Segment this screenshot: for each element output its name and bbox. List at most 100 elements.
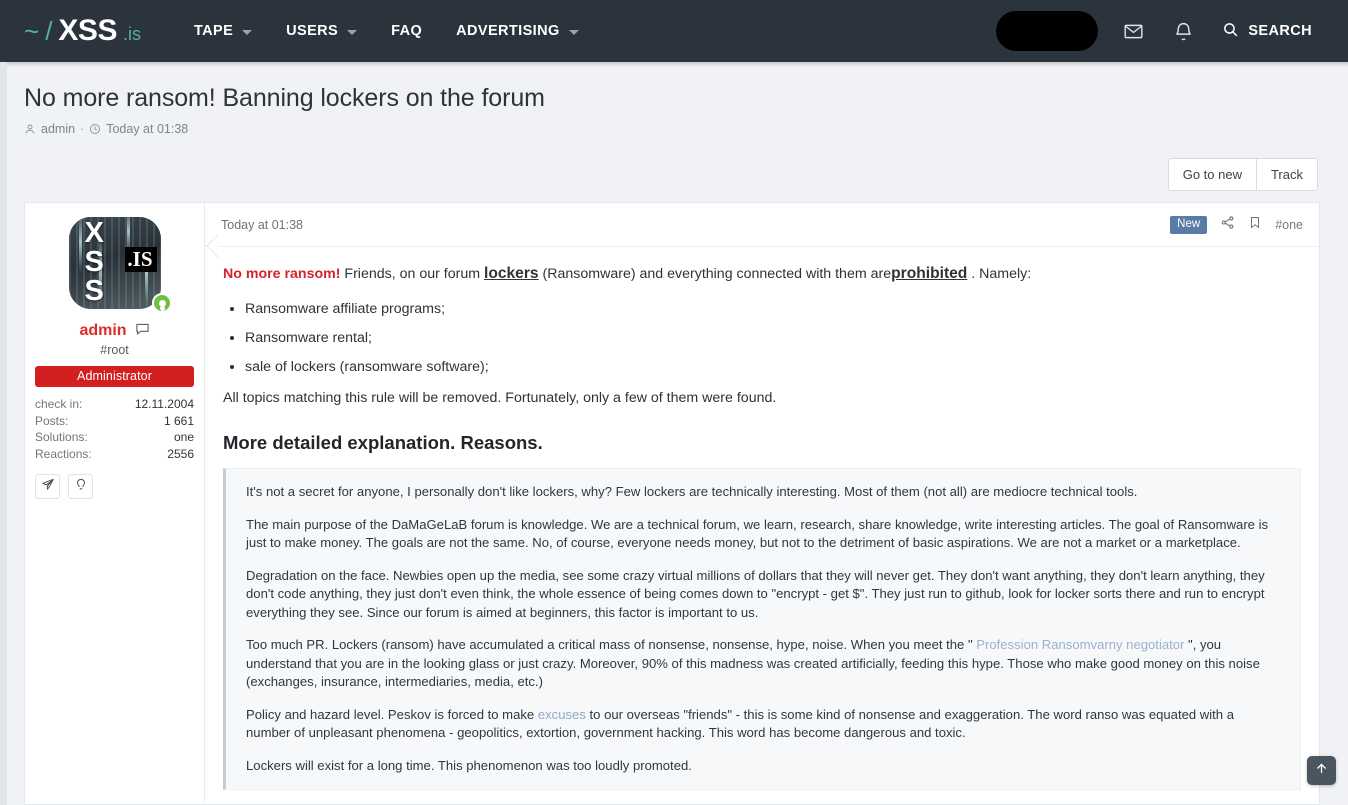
post-number-link[interactable]: #one <box>1275 218 1303 232</box>
lead-bold-prohibited: prohibited <box>891 265 967 282</box>
search-icon <box>1222 21 1239 42</box>
user-contact-icons <box>35 474 194 499</box>
scroll-to-top-button[interactable] <box>1307 756 1336 785</box>
nav-item-users[interactable]: USERS <box>269 0 374 62</box>
top-navigation-bar: ~ / XSS .is TAPE USERS FAQ ADVERTISI <box>0 0 1348 62</box>
post-lead-paragraph: No more ransom! Friends, on our forum lo… <box>223 263 1301 285</box>
stat-row-solutions: Solutions: one <box>35 429 194 446</box>
list-item: Ransomware affiliate programs; <box>245 299 1301 320</box>
quote-paragraph-3: Degradation on the face. Newbies open up… <box>246 567 1282 623</box>
avatar[interactable]: XSS .IS <box>69 217 161 309</box>
message-icon[interactable] <box>135 321 150 341</box>
thread-header: No more ransom! Banning lockers on the f… <box>24 82 1024 136</box>
avatar-streak <box>79 217 82 273</box>
prohibited-list: Ransomware affiliate programs; Ransomwar… <box>245 299 1301 378</box>
logo-slash: / <box>45 16 52 47</box>
post-author-username[interactable]: admin <box>79 322 126 340</box>
search-label: SEARCH <box>1248 23 1312 39</box>
clock-icon <box>89 123 101 135</box>
post-container: XSS .IS admin #root Administrator check … <box>24 202 1320 805</box>
site-logo[interactable]: ~ / XSS .is <box>24 14 141 48</box>
share-button[interactable] <box>1220 215 1235 235</box>
chevron-down-icon <box>347 30 357 35</box>
stat-value: one <box>174 429 194 446</box>
list-item: sale of lockers (ransomware software); <box>245 357 1301 378</box>
nav-right-zone: SEARCH <box>1006 0 1330 62</box>
page-title: No more ransom! Banning lockers on the f… <box>24 82 1024 114</box>
username-row: admin <box>35 321 194 341</box>
envelope-icon <box>1123 21 1144 42</box>
telegram-icon <box>41 477 55 496</box>
logo-tilde: ~ <box>24 16 39 47</box>
arrow-up-icon <box>1314 761 1329 781</box>
bell-icon <box>1173 21 1194 42</box>
quote-block: It's not a secret for anyone, I personal… <box>223 468 1301 790</box>
thread-action-buttons: Go to new Track <box>1168 158 1318 191</box>
nav-label-faq: FAQ <box>391 23 422 39</box>
post-header-actions: New <box>1170 215 1303 235</box>
quote-p4-text-a: Too much PR. Lockers (ransom) have accum… <box>246 637 976 652</box>
user-rank-badge: Administrator <box>35 366 194 387</box>
stat-value: 12.11.2004 <box>135 396 194 413</box>
profession-negotiator-link[interactable]: Profession Ransomvarny negotiator <box>976 637 1184 652</box>
chevron-down-icon <box>569 30 579 35</box>
stat-key: check in: <box>35 396 82 413</box>
page-frame: ~ / XSS .is TAPE USERS FAQ ADVERTISI <box>0 0 1348 805</box>
nav-item-faq[interactable]: FAQ <box>374 0 439 62</box>
stat-row-reactions: Reactions: 2556 <box>35 446 194 463</box>
stat-key: Solutions: <box>35 429 88 446</box>
account-menu[interactable] <box>1006 0 1108 62</box>
alerts-button[interactable] <box>1158 0 1208 62</box>
bookmark-icon <box>1248 215 1262 235</box>
stat-row-checkin: check in: 12.11.2004 <box>35 396 194 413</box>
quote-paragraph-2: The main purpose of the DaMaGeLaB forum … <box>246 516 1282 553</box>
nav-label-advertising: ADVERTISING <box>456 23 560 39</box>
user-title: #root <box>35 343 194 357</box>
nav-item-tape[interactable]: TAPE <box>177 0 269 62</box>
quote-paragraph-5: Policy and hazard level. Peskov is force… <box>246 706 1282 743</box>
logo-name: XSS <box>58 14 117 48</box>
share-icon <box>1220 215 1235 235</box>
excuses-link[interactable]: excuses <box>538 707 586 722</box>
track-button[interactable]: Track <box>1256 158 1318 191</box>
user-icon <box>24 123 36 135</box>
nav-item-advertising[interactable]: ADVERTISING <box>439 0 596 62</box>
status-badge-new: New <box>1170 216 1207 234</box>
lead-highlight: No more ransom! <box>223 266 340 282</box>
quote-p5-text-a: Policy and hazard level. Peskov is force… <box>246 707 538 722</box>
lightbulb-button[interactable] <box>68 474 93 499</box>
stat-value: 1 661 <box>164 413 194 430</box>
stat-row-posts: Posts: 1 661 <box>35 413 194 430</box>
bookmark-button[interactable] <box>1248 215 1262 235</box>
thread-meta: admin · Today at 01:38 <box>24 122 1024 136</box>
lead-bold-lockers: lockers <box>484 265 539 282</box>
post-main: Today at 01:38 New <box>205 203 1319 804</box>
online-status-icon <box>152 293 172 313</box>
inbox-button[interactable] <box>1108 0 1158 62</box>
post-body: No more ransom! Friends, on our forum lo… <box>205 247 1319 790</box>
quote-paragraph-6: Lockers will exist for a long time. This… <box>246 757 1282 776</box>
lightbulb-icon <box>74 477 88 496</box>
section-heading: More detailed explanation. Reasons. <box>223 432 1301 454</box>
telegram-button[interactable] <box>35 474 60 499</box>
stat-key: Posts: <box>35 413 68 430</box>
avatar-badge-is: .IS <box>125 247 156 272</box>
list-item: Ransomware rental; <box>245 328 1301 349</box>
post-user-card: XSS .IS admin #root Administrator check … <box>25 203 205 804</box>
avatar-letters: XSS <box>85 219 104 306</box>
post-after-rules: All topics matching this rule will be re… <box>223 390 1301 406</box>
topbar-shadow <box>0 62 1348 67</box>
thread-author[interactable]: admin <box>41 122 75 136</box>
logo-tld: .is <box>123 24 141 45</box>
go-to-new-button[interactable]: Go to new <box>1168 158 1256 191</box>
search-button[interactable]: SEARCH <box>1208 0 1330 62</box>
quote-paragraph-4: Too much PR. Lockers (ransom) have accum… <box>246 636 1282 692</box>
post-header: Today at 01:38 New <box>205 203 1319 247</box>
stat-key: Reactions: <box>35 446 92 463</box>
lead-part3: . Namely: <box>967 266 1031 282</box>
chevron-down-icon <box>242 30 252 35</box>
avatar-wrapper: XSS .IS <box>35 217 194 309</box>
lead-part1: Friends, on our forum <box>340 266 484 282</box>
quote-paragraph-1: It's not a secret for anyone, I personal… <box>246 483 1282 502</box>
stat-value: 2556 <box>167 446 194 463</box>
